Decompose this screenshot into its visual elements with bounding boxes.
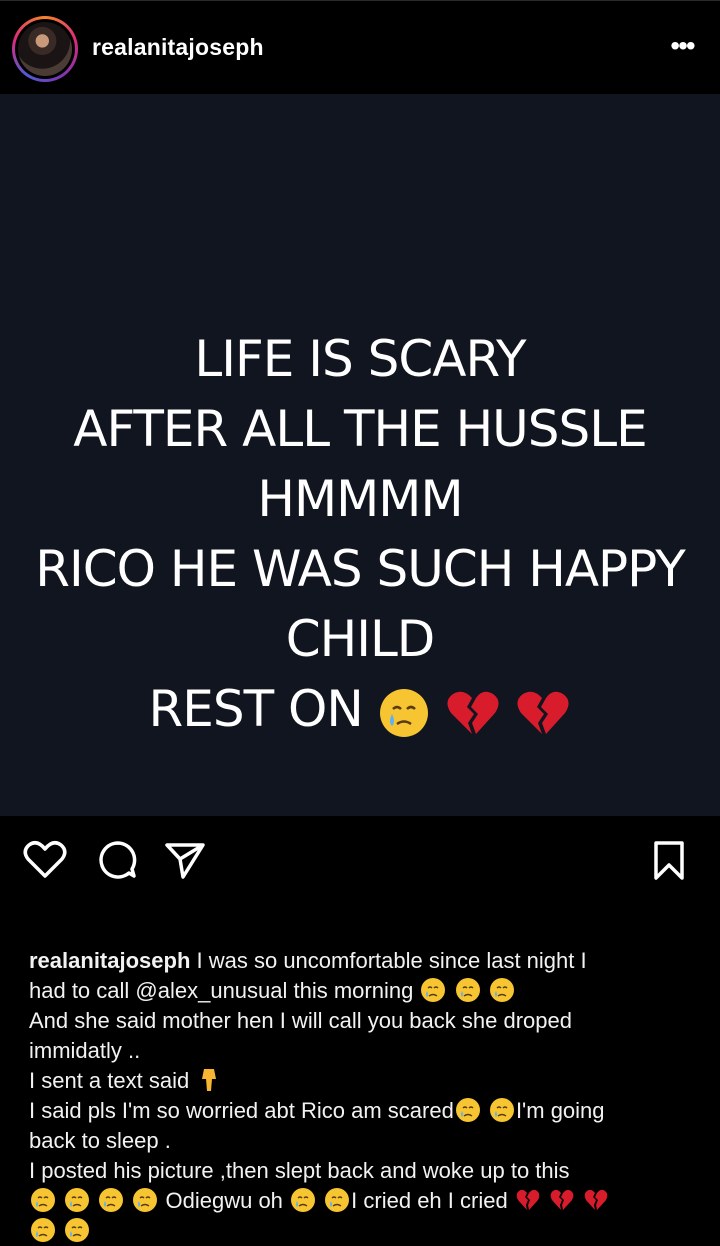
caption-text: And she said mother hen I will call you … [29, 1008, 572, 1033]
crying-face-emoji-icon [489, 978, 514, 1002]
post-image-text: LIFE IS SCARY AFTER ALL THE HUSSLE HMMMM… [0, 324, 720, 744]
crying-face-emoji-icon [325, 1188, 350, 1212]
broken-heart-emoji-icon [584, 1189, 608, 1210]
image-text-line-last: REST ON [0, 674, 720, 744]
image-text-line: RICO HE WAS SUCH HAPPY [35, 540, 686, 598]
crying-face-emoji-icon [65, 1188, 90, 1212]
heart-icon[interactable] [23, 840, 67, 880]
crying-face-emoji-icon [31, 1218, 55, 1242]
more-options-icon[interactable]: ••• [664, 31, 700, 67]
caption-text: back to sleep . [29, 1128, 171, 1153]
crying-face-emoji-icon [133, 1188, 158, 1212]
caption-text: I was so uncomfortable since last night … [196, 948, 587, 973]
broken-heart-emoji-icon [517, 691, 570, 734]
post-actions-bar [0, 816, 720, 926]
broken-heart-emoji-icon [516, 1189, 540, 1210]
crying-face-emoji-icon [31, 1188, 55, 1212]
caption-text: I cried eh I cried [351, 1188, 508, 1213]
crying-face-emoji-icon [489, 1098, 514, 1122]
post-image[interactable]: LIFE IS SCARY AFTER ALL THE HUSSLE HMMMM… [0, 94, 720, 816]
bookmark-icon[interactable] [651, 840, 687, 882]
caption-text: had to call @alex_unusual this morning [29, 978, 414, 1003]
post-caption: realanitajoseph I was so uncomfortable s… [29, 946, 699, 1246]
post-username[interactable]: realanitajoseph [92, 34, 264, 61]
image-text-line: AFTER ALL THE HUSSLE [73, 400, 647, 458]
avatar[interactable] [12, 16, 78, 82]
crying-face-emoji-icon [291, 1188, 316, 1212]
crying-face-emoji-icon [99, 1188, 124, 1212]
caption-text: I'm going [515, 1098, 605, 1123]
crying-face-emoji-icon [379, 688, 428, 737]
broken-heart-emoji-icon [447, 691, 499, 734]
comment-icon[interactable] [97, 839, 139, 881]
crying-face-emoji-icon [455, 1098, 480, 1122]
image-text-line: REST ON [148, 680, 364, 738]
crying-face-emoji-icon [65, 1218, 90, 1242]
caption-text: I sent a text said [29, 1068, 190, 1093]
caption-text: Odiegwu oh [165, 1188, 283, 1213]
caption-text: immidatly .. [29, 1038, 141, 1063]
caption-text: I posted his picture ,then slept back an… [29, 1158, 570, 1183]
pointing-down-emoji-icon [202, 1069, 217, 1091]
image-text-line: CHILD [285, 610, 436, 668]
broken-heart-emoji-icon [550, 1189, 574, 1210]
crying-face-emoji-icon [455, 978, 480, 1002]
avatar-photo [18, 22, 72, 76]
post-header: realanitajoseph ••• [0, 0, 720, 95]
send-icon[interactable] [163, 840, 207, 880]
crying-face-emoji-icon [421, 978, 446, 1002]
image-text-line: LIFE IS SCARY [194, 330, 526, 388]
image-text-line: HMMMM [257, 470, 463, 528]
caption-username[interactable]: realanitajoseph [29, 948, 190, 973]
caption-text: I said pls I'm so worried abt Rico am sc… [29, 1098, 454, 1123]
